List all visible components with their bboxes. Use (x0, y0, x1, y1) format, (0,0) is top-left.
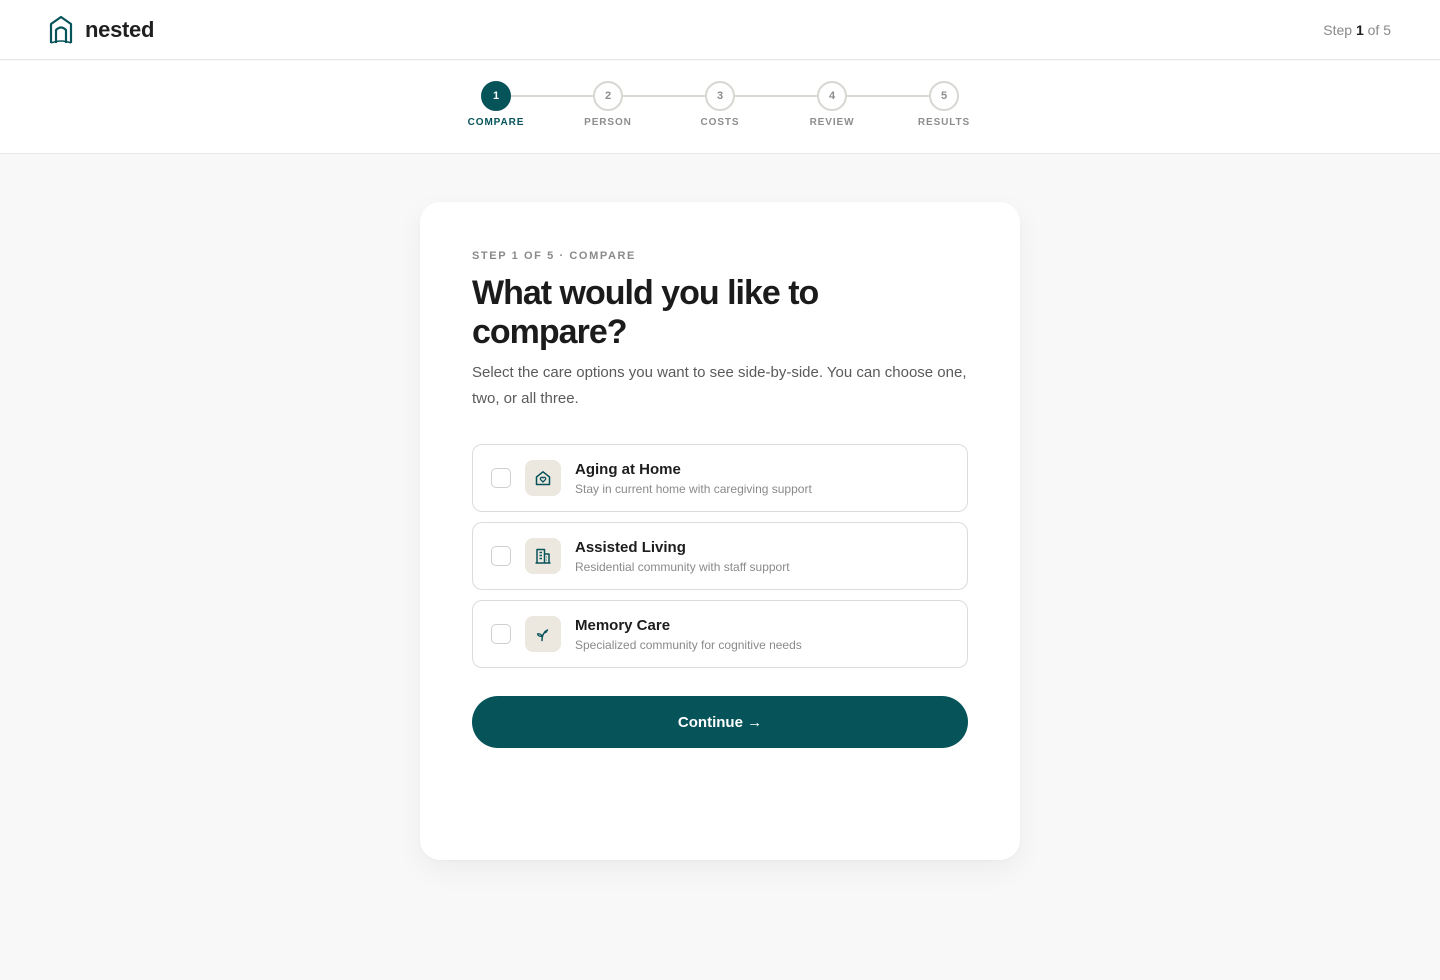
page-title: What would you like to compare? (472, 274, 819, 351)
option-description: Residential community with staff support (575, 560, 790, 574)
step-counter-prefix: Step (1323, 22, 1356, 38)
option-memory-care[interactable]: Memory Care Specialized community for co… (472, 600, 968, 668)
compare-card: STEP 1 OF 5 · COMPARE What would you lik… (420, 202, 1020, 860)
option-icon-tile (525, 616, 561, 652)
brand[interactable]: nested (48, 14, 154, 46)
option-checkbox[interactable] (491, 624, 511, 644)
option-description: Stay in current home with caregiving sup… (575, 482, 812, 496)
top-bar: nested Step 1 of 5 (0, 0, 1440, 60)
option-title: Aging at Home (575, 461, 681, 478)
progress-step-number: 1 (481, 81, 511, 111)
building-icon (535, 548, 551, 564)
home-heart-icon (535, 471, 551, 486)
option-checkbox[interactable] (491, 546, 511, 566)
progress-step-label: COSTS (700, 117, 740, 128)
option-title: Memory Care (575, 617, 671, 634)
progress-step-number: 4 (817, 81, 847, 111)
progress-step-number: 5 (929, 81, 959, 111)
house-arch-icon (49, 15, 73, 44)
progress-step-costs[interactable]: 3 COSTS (670, 81, 770, 128)
progress-step-label: REVIEW (809, 117, 855, 128)
progress-step-number: 3 (705, 81, 735, 111)
option-icon-tile (525, 460, 561, 496)
option-checkbox[interactable] (491, 468, 511, 488)
progress-step-review[interactable]: 4 REVIEW (782, 81, 882, 128)
progress-stepper: 1 COMPARE 2 PERSON 3 COSTS 4 REVIEW 5 RE… (0, 61, 1440, 154)
progress-step-label: COMPARE (467, 117, 525, 128)
step-counter-suffix: of 5 (1363, 22, 1391, 38)
option-icon-tile (525, 538, 561, 574)
progress-step-number: 2 (593, 81, 623, 111)
step-counter: Step 1 of 5 (1323, 22, 1391, 38)
sprout-icon (536, 629, 549, 642)
step-counter-current: 1 (1355, 22, 1364, 38)
option-assisted-living[interactable]: Assisted Living Residential community wi… (472, 522, 968, 590)
option-description: Specialized community for cognitive need… (575, 638, 802, 652)
option-aging-at-home[interactable]: Aging at Home Stay in current home with … (472, 444, 968, 512)
progress-step-results[interactable]: 5 RESULTS (894, 81, 994, 128)
brand-name: nested (85, 17, 155, 42)
option-title: Assisted Living (575, 539, 686, 556)
progress-step-compare[interactable]: 1 COMPARE (446, 81, 546, 128)
progress-step-person[interactable]: 2 PERSON (558, 81, 658, 128)
page-subtitle: Select the care options you want to see … (472, 364, 967, 407)
progress-step-label: RESULTS (917, 117, 971, 128)
progress-step-label: PERSON (584, 117, 632, 128)
step-eyebrow: STEP 1 OF 5 · COMPARE (472, 250, 636, 262)
continue-button[interactable]: Continue → (472, 696, 968, 748)
